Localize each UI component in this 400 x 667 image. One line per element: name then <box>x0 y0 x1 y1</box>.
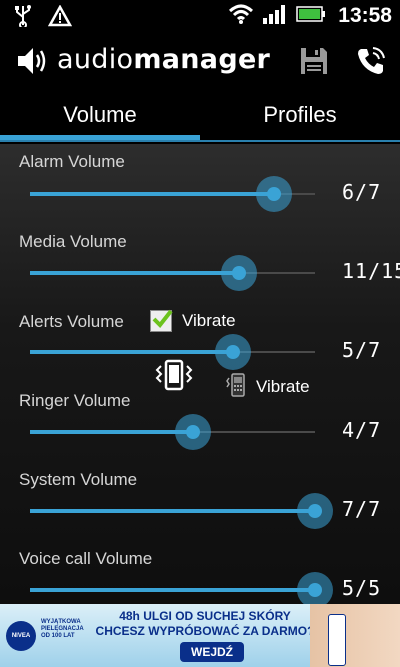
alarm-volume-label: Alarm Volume <box>19 152 125 171</box>
warning-icon <box>47 4 73 31</box>
ringer-volume-slider[interactable] <box>30 414 315 450</box>
slider-fill <box>30 350 233 354</box>
slider-thumb[interactable] <box>215 334 251 370</box>
alerts-vibrate-toggle[interactable]: Vibrate <box>150 309 236 332</box>
voice-call-volume-label: Voice call Volume <box>19 549 153 568</box>
tab-profiles[interactable]: Profiles <box>200 90 400 140</box>
media-volume-label: Media Volume <box>19 232 127 251</box>
clock: 13:58 <box>338 4 392 27</box>
phone-vibrate-icon <box>226 372 248 402</box>
vibrate-mode-icon[interactable] <box>153 358 195 396</box>
tab-bar: Volume Profiles <box>0 90 400 144</box>
phone-settings-icon[interactable] <box>356 46 386 80</box>
alarm-volume-value: 6/7 <box>342 180 382 204</box>
alerts-vibrate-label: Vibrate <box>182 311 236 330</box>
alerts-volume-value: 5/7 <box>342 338 382 362</box>
tab-divider <box>0 140 400 142</box>
ad-headline: 48h ULGI OD SUCHEJ SKÓRY <box>119 609 291 623</box>
media-volume-value: 11/15 <box>342 259 400 283</box>
media-volume-slider[interactable] <box>30 255 315 291</box>
ad-banner[interactable]: NIVEA WYJĄTKOWA PIELĘGNACJA OD 100 LAT 4… <box>0 604 400 667</box>
slider-fill <box>30 588 315 592</box>
slider-fill <box>30 192 274 196</box>
status-bar: 13:58 <box>0 0 400 34</box>
alerts-volume-label: Alerts Volume <box>19 312 124 331</box>
ringer-volume-label: Ringer Volume <box>19 391 131 410</box>
alarm-volume-slider[interactable] <box>30 176 315 212</box>
ringer-volume-value: 4/7 <box>342 418 382 442</box>
ad-product-image <box>328 614 346 666</box>
ad-small-text: WYJĄTKOWA PIELĘGNACJA OD 100 LAT <box>41 619 84 639</box>
voice-call-volume-value: 5/5 <box>342 576 382 600</box>
system-volume-label: System Volume <box>19 470 138 489</box>
slider-thumb[interactable] <box>297 493 333 529</box>
ad-photo <box>310 604 400 667</box>
check-icon <box>152 309 173 329</box>
slider-thumb[interactable] <box>297 572 333 608</box>
ad-brand-logo: NIVEA <box>6 621 36 651</box>
app-title-light: audio <box>57 44 134 75</box>
battery-icon <box>296 4 326 28</box>
ad-enter-button[interactable]: WEJDŹ <box>180 642 244 662</box>
slider-thumb[interactable] <box>175 414 211 450</box>
tab-volume[interactable]: Volume <box>0 90 200 140</box>
volume-panel <box>0 144 400 604</box>
signal-icon <box>262 3 288 29</box>
speaker-icon <box>16 44 52 82</box>
alerts-volume-slider[interactable] <box>30 334 315 370</box>
app-bar: audiomanager <box>0 34 400 90</box>
app-title: audiomanager <box>57 44 270 75</box>
slider-fill <box>30 271 239 275</box>
app-title-bold: manager <box>133 44 271 75</box>
vibrate-checkbox[interactable] <box>150 309 173 332</box>
ad-subheadline: CHCESZ WYPRÓBOWAĆ ZA DARMO? <box>95 624 315 638</box>
wifi-icon <box>228 3 254 29</box>
slider-fill <box>30 509 315 513</box>
voice-call-volume-slider[interactable] <box>30 572 333 608</box>
ringer-vibrate-toggle[interactable]: Vibrate <box>226 372 310 402</box>
system-volume-value: 7/7 <box>342 497 382 521</box>
slider-thumb[interactable] <box>256 176 292 212</box>
usb-icon <box>14 5 32 31</box>
system-volume-slider[interactable] <box>30 493 333 529</box>
slider-fill <box>30 430 193 434</box>
save-icon[interactable] <box>298 45 330 81</box>
slider-thumb[interactable] <box>221 255 257 291</box>
ringer-vibrate-label: Vibrate <box>256 377 310 396</box>
